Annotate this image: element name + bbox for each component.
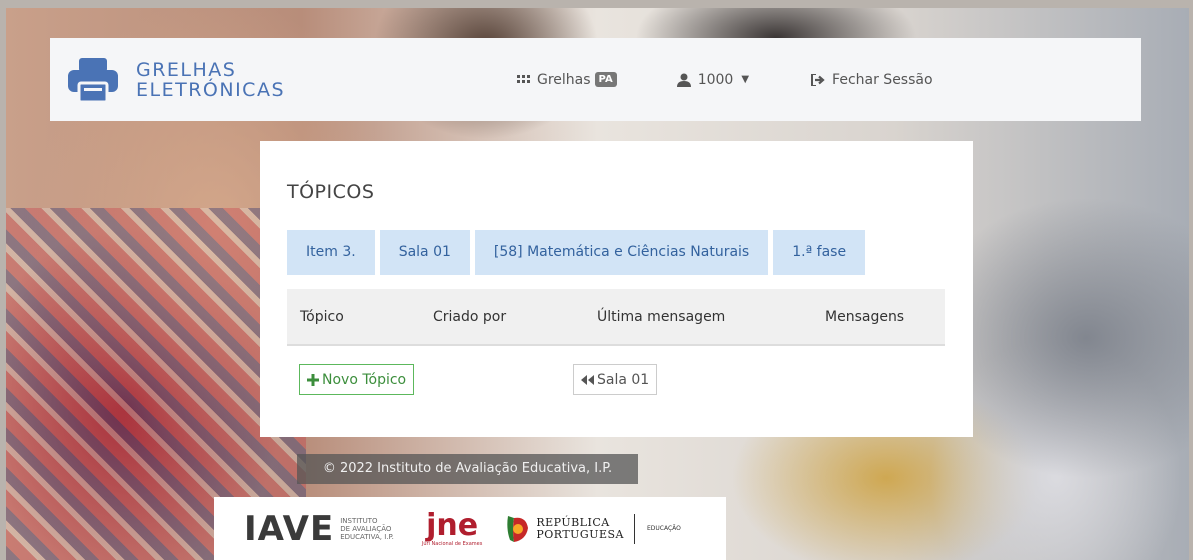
breadcrumb-item-item[interactable]: Item 3.: [287, 230, 375, 275]
brand[interactable]: GRELHAS ELETRÓNICAS: [68, 57, 285, 102]
page-title: TÓPICOS: [287, 181, 375, 203]
iave-logo: IAVE INSTITUTO DE AVALIAÇÃO EDUCATIVA, I…: [244, 508, 394, 549]
grid-icon: [517, 74, 530, 83]
coat-of-arms-icon: [507, 515, 529, 542]
copyright: © 2022 Instituto de Avaliação Educativa,…: [297, 454, 638, 484]
topics-table: Tópico Criado por Última mensagem Mensag…: [287, 289, 945, 346]
republica-portuguesa-logo: REPÚBLICA PORTUGUESA EDUCAÇÃO: [504, 513, 681, 544]
new-topic-button[interactable]: Novo Tópico: [299, 364, 415, 395]
backward-icon: [581, 374, 594, 385]
back-to-room-label: Sala 01: [597, 371, 650, 388]
brand-line2: ELETRÓNICAS: [136, 78, 285, 101]
column-header-last-message[interactable]: Última mensagem: [597, 289, 725, 346]
navbar: GRELHAS ELETRÓNICAS Grelhas PA 1000 ▼ Fe…: [50, 38, 1141, 121]
user-label: 1000: [697, 71, 734, 88]
column-header-messages[interactable]: Mensagens: [825, 289, 904, 346]
breadcrumb-item-phase[interactable]: 1.ª fase: [773, 230, 866, 275]
logout-link[interactable]: Fechar Sessão: [811, 72, 933, 88]
back-to-room-button[interactable]: Sala 01: [573, 364, 658, 395]
topics-panel: TÓPICOS Item 3. Sala 01 [58] Matemática …: [260, 141, 973, 437]
nav-grelhas[interactable]: Grelhas PA: [517, 72, 617, 88]
printer-icon: [68, 57, 118, 102]
brand-line1: GRELHAS: [136, 58, 237, 81]
column-header-created-by[interactable]: Criado por: [433, 289, 506, 346]
table-header: Tópico Criado por Última mensagem Mensag…: [287, 289, 945, 346]
logo-divider: [634, 513, 635, 544]
breadcrumb-item-subject[interactable]: [58] Matemática e Ciências Naturais: [474, 230, 769, 275]
sign-out-icon: [811, 73, 825, 86]
breadcrumb-item-sala[interactable]: Sala 01: [379, 230, 470, 275]
grelhas-badge: PA: [594, 72, 617, 87]
chevron-down-icon: ▼: [741, 74, 750, 85]
partner-logos: IAVE INSTITUTO DE AVALIAÇÃO EDUCATIVA, I…: [214, 497, 726, 560]
jne-logo: jne Júri Nacional de Exames: [421, 507, 483, 547]
breadcrumb: Item 3. Sala 01 [58] Matemática e Ciênci…: [287, 230, 870, 275]
plus-icon: [307, 373, 319, 386]
new-topic-label: Novo Tópico: [322, 371, 407, 388]
nav-grelhas-label: Grelhas: [537, 71, 591, 88]
column-header-topic[interactable]: Tópico: [300, 289, 344, 346]
logout-label: Fechar Sessão: [832, 71, 933, 88]
user-icon: [676, 73, 691, 87]
user-dropdown[interactable]: 1000 ▼: [676, 71, 750, 88]
